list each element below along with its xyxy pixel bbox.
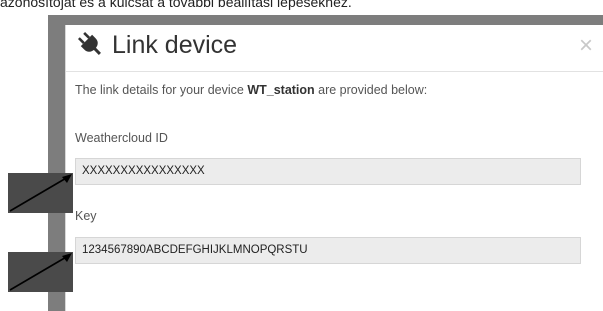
key-field[interactable]: 1234567890ABCDEFGHIJKLMNOPQRSTU: [75, 237, 581, 264]
weathercloud-id-label: Weathercloud ID: [75, 131, 168, 145]
arrow-icon: [9, 253, 72, 291]
intro-prefix: The link details for your device: [75, 83, 248, 97]
arrow-icon: [9, 174, 72, 212]
caption-text: azonosítóját és a kulcsát a további beál…: [0, 0, 352, 10]
pointer-arrow-id: [8, 173, 73, 213]
pointer-arrow-key: [8, 252, 73, 292]
link-device-dialog: Link device × The link details for your …: [65, 25, 603, 311]
weathercloud-id-field[interactable]: XXXXXXXXXXXXXXXX: [75, 158, 581, 185]
key-label: Key: [75, 209, 97, 223]
dialog-header: Link device ×: [66, 25, 603, 72]
close-icon[interactable]: ×: [579, 33, 593, 59]
intro-suffix: are provided below:: [314, 83, 428, 97]
intro-text: The link details for your device WT_stat…: [75, 83, 427, 97]
dialog-title: Link device: [112, 31, 238, 59]
plug-icon: [75, 29, 105, 59]
device-name: WT_station: [247, 83, 315, 97]
